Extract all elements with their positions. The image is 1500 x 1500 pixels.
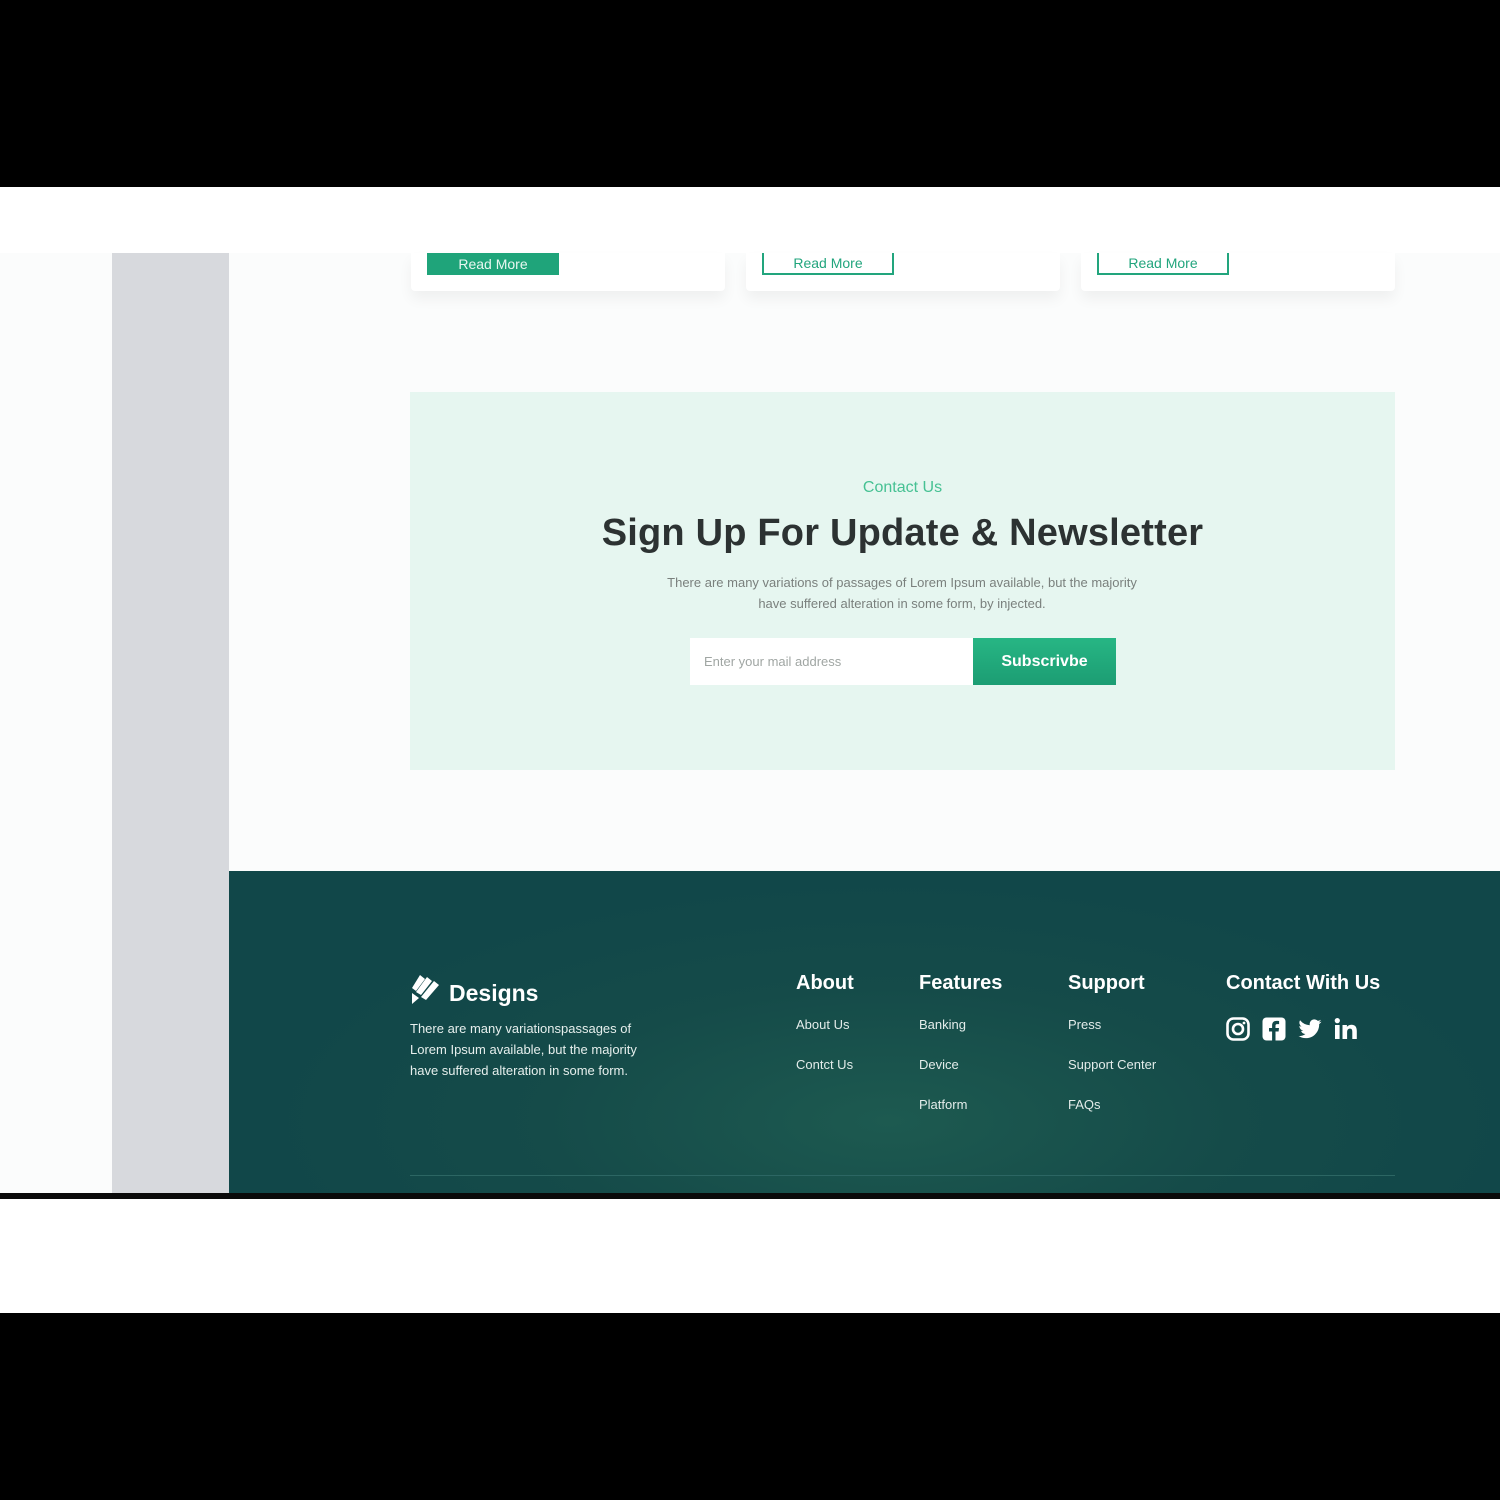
letterbox-top xyxy=(0,0,1500,187)
footer-divider xyxy=(410,1175,1395,1176)
footer-link-banking[interactable]: Banking xyxy=(919,1017,1002,1032)
footer-link-support-center[interactable]: Support Center xyxy=(1068,1057,1156,1072)
letterbox-bottom xyxy=(0,1313,1500,1500)
footer-heading-features: Features xyxy=(919,972,1003,994)
newsletter-description: There are many variations of passages of… xyxy=(667,575,1137,611)
twitter-icon[interactable] xyxy=(1298,1017,1322,1041)
footer-column-support: Support Press Support Center FAQs xyxy=(1068,972,1156,1137)
facebook-icon[interactable] xyxy=(1262,1017,1286,1041)
footer-link-contact-us[interactable]: Contct Us xyxy=(796,1057,854,1072)
footer-heading-support: Support xyxy=(1068,972,1145,994)
footer-link-about-us[interactable]: About Us xyxy=(796,1017,854,1032)
linkedin-icon[interactable] xyxy=(1334,1017,1358,1041)
footer-description: There are many variationspassages of Lor… xyxy=(410,1021,637,1078)
article-card-3: Read More xyxy=(1081,253,1395,291)
site-footer: Designs There are many variationspassage… xyxy=(229,871,1500,1193)
footer-link-faqs[interactable]: FAQs xyxy=(1068,1097,1156,1112)
read-more-button-3[interactable]: Read More xyxy=(1097,253,1229,275)
footer-column-features: Features Banking Device Platform xyxy=(919,972,1002,1137)
footer-brand-name: Designs xyxy=(449,980,539,1006)
article-card-1: Read More xyxy=(411,253,725,291)
newsletter-eyebrow: Contact Us xyxy=(862,479,943,496)
newsletter-title: Sign Up For Update & Newsletter xyxy=(601,512,1204,554)
footer-column-contact: Contact With Us xyxy=(1226,972,1380,1041)
footer-logo[interactable]: Designs xyxy=(410,972,538,1007)
designs-logo-icon xyxy=(412,974,439,1004)
read-more-button-2[interactable]: Read More xyxy=(762,253,894,275)
read-more-button-1[interactable]: Read More xyxy=(427,253,559,275)
footer-link-device[interactable]: Device xyxy=(919,1057,1002,1072)
footer-column-about: About About Us Contct Us xyxy=(796,972,854,1097)
subscribe-button[interactable]: Subscrivbe xyxy=(973,638,1116,685)
browser-viewport: Read More Read More Read More Contact Us… xyxy=(0,187,1500,1313)
article-card-2: Read More xyxy=(746,253,1060,291)
footer-link-press[interactable]: Press xyxy=(1068,1017,1156,1032)
footer-heading-about: About xyxy=(796,972,854,994)
footer-heading-contact: Contact With Us xyxy=(1226,972,1381,994)
viewport-bottom-edge xyxy=(0,1193,1500,1199)
left-gray-strip xyxy=(112,253,229,1193)
newsletter-section: Contact Us Sign Up For Update & Newslett… xyxy=(410,392,1395,770)
email-input[interactable] xyxy=(690,638,973,685)
social-links xyxy=(1226,1017,1380,1041)
instagram-icon[interactable] xyxy=(1226,1017,1250,1041)
footer-link-platform[interactable]: Platform xyxy=(919,1097,1002,1112)
